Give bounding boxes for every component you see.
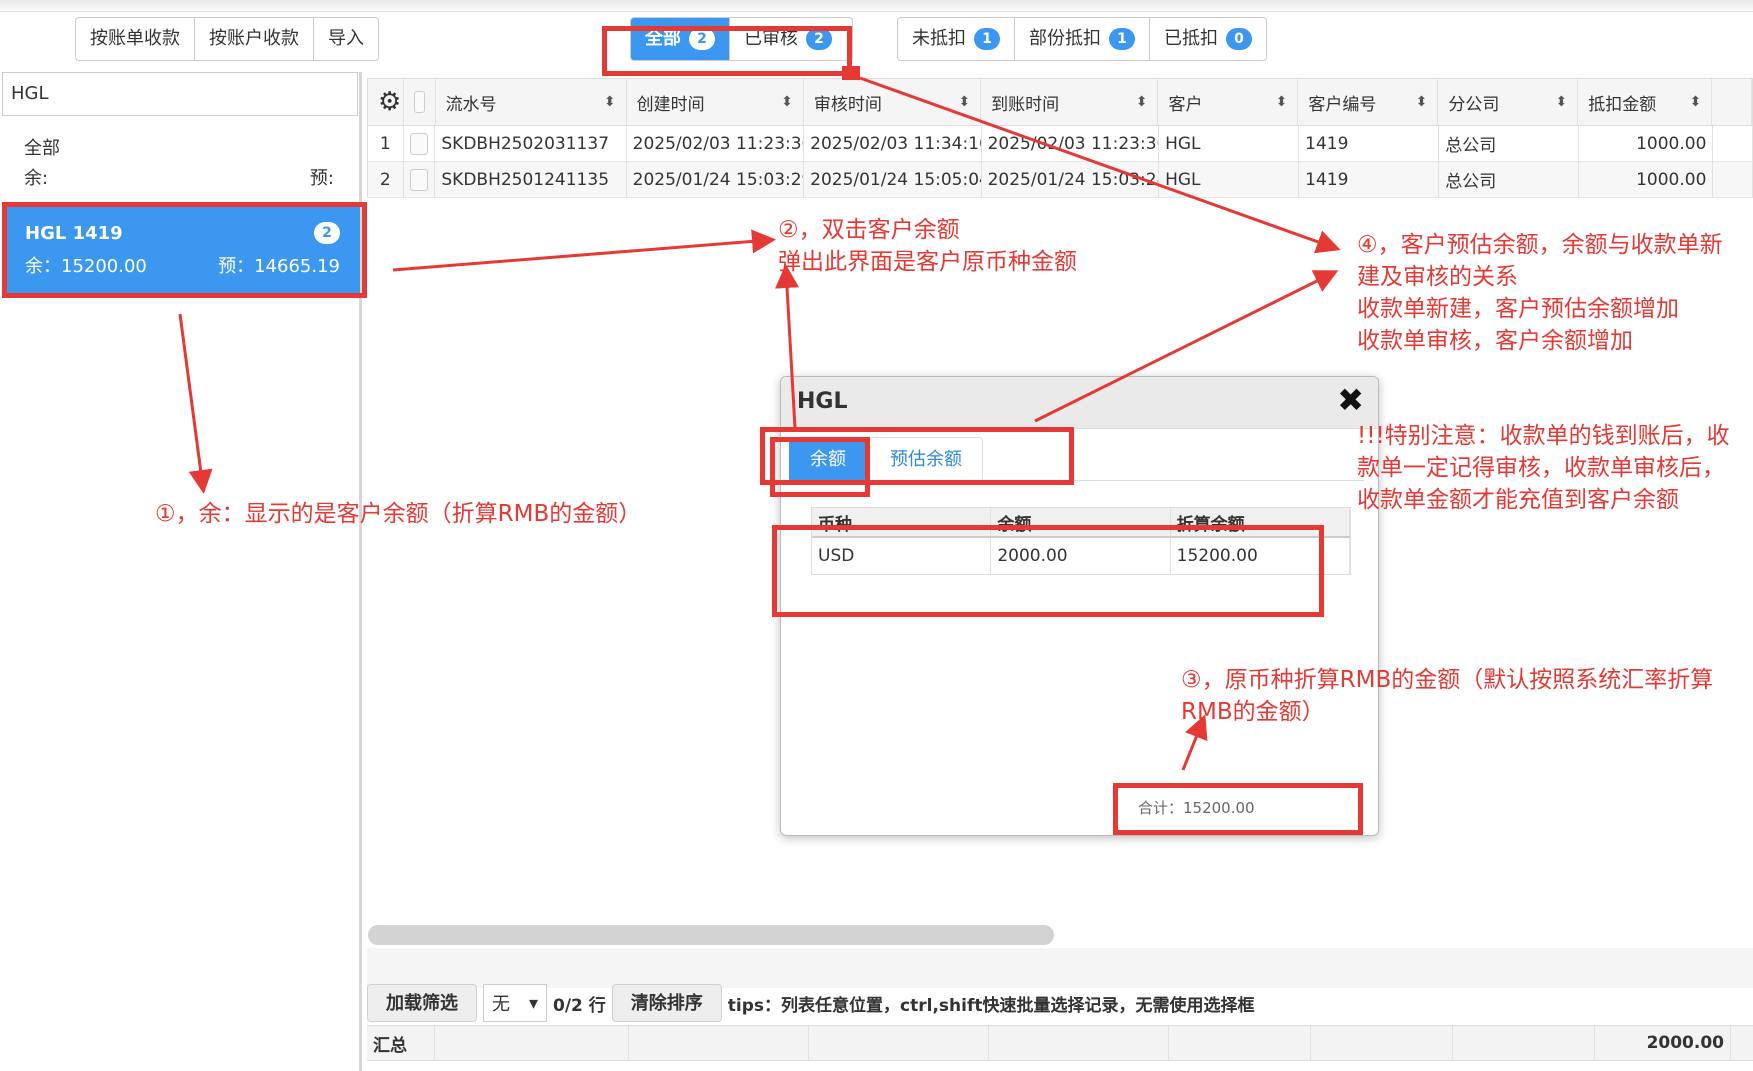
amount-cell: 1000.00 (1579, 126, 1714, 161)
column-header[interactable]: 抵扣金额 ⬍ (1578, 79, 1713, 125)
caret-down-icon: ▾ (528, 992, 538, 1014)
customer-code-cell: 1419 (1299, 126, 1440, 161)
tab-deducted[interactable]: 已抵扣 0 (1150, 18, 1266, 60)
receipt-by-bill-button[interactable]: 按账单收款 (76, 18, 195, 60)
filter-select[interactable]: 无 ▾ (483, 984, 547, 1022)
row-checkbox[interactable] (404, 126, 436, 161)
close-icon[interactable]: ✖ (1337, 381, 1364, 419)
sort-icon: ⬍ (1275, 94, 1288, 110)
column-header[interactable]: 客户编号 ⬍ (1298, 79, 1439, 125)
balance-label: 余: (24, 168, 49, 189)
row-count: 0/2 行 (553, 995, 606, 1016)
gear-icon: ⚙ (378, 87, 402, 117)
annotation-5-line3: 收款单金额才能充值到客户余额 (1357, 487, 1679, 513)
annotation-4-line4: 收款单审核，客户余额增加 (1357, 328, 1633, 354)
sort-icon: ⬍ (1415, 94, 1428, 110)
select-all-checkbox[interactable] (404, 79, 436, 125)
horizontal-scrollbar[interactable] (368, 925, 1054, 945)
dialog-header: HGL ✖ (781, 377, 1378, 429)
table-row[interactable]: 2 SKDBH2501241135 2025/01/24 15:03:29 20… (367, 162, 1753, 198)
annotation-3-line1: ③，原币种折算RMB的金额（默认按照系统汇率折算 (1181, 667, 1714, 693)
annotation-4-line3: 收款单新建，客户预估余额增加 (1357, 296, 1679, 322)
tips-text: tips：列表任意位置，ctrl,shift快速批量选择记录，无需使用选择框 (727, 995, 1255, 1016)
dialog-title: HGL (797, 389, 848, 414)
summary-label: 汇总 (367, 1026, 435, 1060)
table-header: ⚙ 流水号 ⬍ 创建时间 ⬍ 审核时间 ⬍ 到账时间 ⬍ 客户 ⬍ 客户编号 ⬍ 分公司 ⬍ … (367, 78, 1753, 126)
annotation-2-line1: ②，双击客户余额 (778, 217, 960, 243)
annotation-1: ①，余：显示的是客户余额（折算RMB的金额） (155, 501, 642, 527)
customer-cell: HGL (1159, 162, 1300, 197)
highlight-box-customer (2, 202, 367, 298)
serial-cell: SKDBH2501241135 (435, 162, 627, 197)
column-header[interactable]: 创建时间 ⬍ (627, 79, 804, 125)
tab-partially-deducted[interactable]: 部份抵扣 1 (1015, 18, 1150, 60)
customer-code-cell: 1419 (1299, 162, 1440, 197)
audited-cell: 2025/01/24 15:05:04 (804, 162, 982, 197)
highlight-box-total (1113, 783, 1363, 835)
count-badge: 0 (1226, 28, 1252, 50)
annotation-4-line2: 建及审核的关系 (1357, 264, 1518, 290)
annotation-3-line2: RMB的金额） (1181, 699, 1325, 725)
row-number: 1 (368, 126, 404, 161)
estimate-label: 预: (309, 168, 334, 189)
customer-cell: HGL (1159, 126, 1300, 161)
customer-all-label: 全部 (24, 138, 60, 159)
filter-select-value: 无 (492, 994, 510, 1015)
customer-item-all[interactable]: 全部 余: 预: (0, 124, 358, 204)
highlight-box-dialog-table (772, 525, 1324, 617)
count-badge: 1 (1109, 28, 1135, 50)
receipt-by-account-button[interactable]: 按账户收款 (195, 18, 314, 60)
highlight-box-balance-tab (770, 437, 870, 497)
count-badge: 1 (974, 28, 1000, 50)
arrived-cell: 2025/01/24 15:03:28 (982, 162, 1160, 197)
load-filter-button[interactable]: 加载筛选 (367, 984, 477, 1022)
annotation-5-line2: 款单一定记得审核，收款单审核后， (1357, 455, 1725, 481)
annotation-4-line1: ④，客户预估余额，余额与收款单新 (1357, 232, 1723, 258)
column-header-overflow[interactable] (1712, 79, 1752, 125)
row-checkbox[interactable] (404, 162, 436, 197)
branch-cell: 总公司 (1439, 126, 1580, 161)
sort-icon: ⬍ (603, 94, 616, 110)
table-row[interactable]: 1 SKDBH2502031137 2025/02/03 11:23:36 20… (367, 126, 1753, 162)
column-header[interactable]: 到账时间 ⬍ (981, 79, 1159, 125)
branch-cell: 总公司 (1439, 162, 1580, 197)
import-button[interactable]: 导入 (314, 18, 378, 60)
arrow-to-note-2 (392, 229, 776, 272)
receipts-table: ⚙ 流水号 ⬍ 创建时间 ⬍ 审核时间 ⬍ 到账时间 ⬍ 客户 ⬍ 客户编号 ⬍ 分公司 ⬍ … (367, 78, 1753, 198)
sort-icon: ⬍ (1135, 94, 1148, 110)
row-number: 2 (368, 162, 404, 197)
column-settings-button[interactable]: ⚙ (368, 79, 404, 125)
highlight-box-tabs (602, 26, 852, 76)
column-header[interactable]: 客户 ⬍ (1158, 79, 1299, 125)
table-footer: 加载筛选 无 ▾ 0/2 行 清除排序 tips：列表任意位置，ctrl,shif… (367, 983, 1753, 1023)
created-cell: 2025/02/03 11:23:36 (627, 126, 805, 161)
sort-icon: ⬍ (781, 94, 793, 110)
receipt-mode-group: 按账单收款 按账户收款 导入 (75, 17, 379, 61)
sort-icon: ⬍ (958, 94, 971, 110)
audited-cell: 2025/02/03 11:34:16 (804, 126, 982, 161)
sort-icon: ⬍ (1555, 94, 1568, 110)
amount-cell: 1000.00 (1579, 162, 1714, 197)
tab-not-deducted[interactable]: 未抵扣 1 (898, 18, 1015, 60)
annotation-5-line1: !!!特别注意：收款单的钱到账后，收 (1357, 423, 1730, 449)
column-header[interactable]: 流水号 ⬍ (436, 79, 627, 125)
table-body: 1 SKDBH2502031137 2025/02/03 11:23:36 20… (367, 126, 1753, 198)
grid-bottom-area (367, 948, 1753, 988)
deduct-tab-group: 未抵扣 1 部份抵扣 1 已抵扣 0 (897, 17, 1267, 61)
column-header[interactable]: 分公司 ⬍ (1438, 79, 1579, 125)
arrived-cell: 2025/02/03 11:23:36 (982, 126, 1160, 161)
sort-icon: ⬍ (1689, 94, 1702, 110)
customer-search-input[interactable]: HGL (2, 72, 358, 116)
summary-total: 2000.00 (1595, 1026, 1731, 1060)
serial-cell: SKDBH2502031137 (435, 126, 627, 161)
created-cell: 2025/01/24 15:03:29 (627, 162, 805, 197)
top-strip (0, 0, 1753, 12)
clear-sort-button[interactable]: 清除排序 (611, 984, 722, 1022)
summary-row: 汇总 2000.00 (367, 1025, 1753, 1061)
column-header[interactable]: 审核时间 ⬍ (804, 79, 982, 125)
highlight-marker (842, 66, 860, 80)
annotation-2-line2: 弹出此界面是客户原币种金额 (778, 249, 1077, 275)
